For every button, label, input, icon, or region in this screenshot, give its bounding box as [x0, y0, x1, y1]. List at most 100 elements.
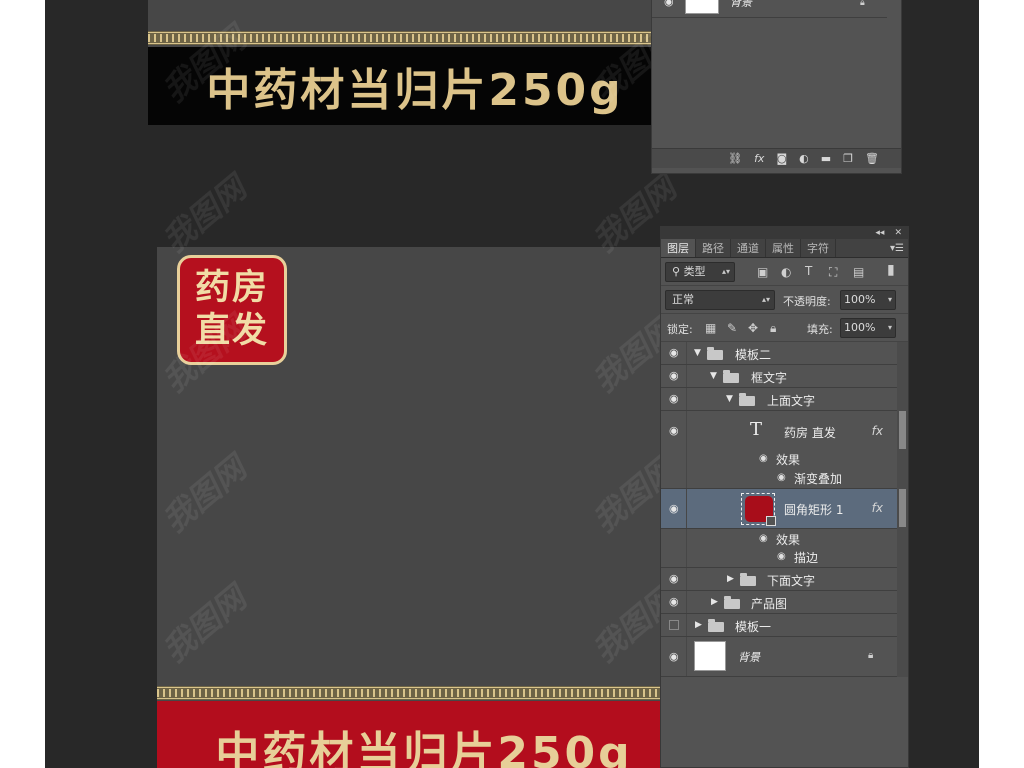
adjustment-filter-icon[interactable]: ◐: [781, 265, 791, 279]
fill-value: 100%: [844, 321, 876, 334]
product-banner-red: 中药材当归片250g: [157, 701, 691, 768]
lock-all-icon[interactable]: 🔒︎: [770, 321, 776, 335]
layer-row-upper-text[interactable]: ◉ ▼ 上面文字: [661, 388, 897, 411]
eye-icon[interactable]: ◉: [669, 347, 679, 359]
chevron-down-icon[interactable]: ▼: [710, 370, 717, 382]
new-layer-icon[interactable]: ❐: [843, 149, 853, 169]
vector-mask-icon: [766, 516, 776, 526]
eye-icon[interactable]: ◉: [669, 573, 679, 585]
tab-paths[interactable]: 路径: [696, 239, 731, 257]
filter-kind-value: 类型: [683, 265, 706, 278]
fx-icon[interactable]: fx: [754, 149, 764, 169]
lock-move-icon[interactable]: ✥: [748, 321, 758, 335]
opacity-label: 不透明度:: [783, 295, 831, 308]
tab-properties[interactable]: 属性: [766, 239, 801, 257]
fx-icon[interactable]: fx: [872, 501, 883, 515]
layer-name: 产品图: [751, 597, 788, 611]
eye-icon[interactable]: ◉: [669, 370, 679, 382]
lock-icon: 🔒︎: [860, 0, 865, 8]
eye-icon[interactable]: ◉: [669, 651, 679, 663]
fill-label: 填充:: [807, 323, 833, 336]
visibility-column: [661, 614, 687, 636]
link-icon[interactable]: ⛓: [728, 149, 742, 169]
tab-layers[interactable]: 图层: [661, 239, 696, 257]
search-icon: ⚲: [672, 265, 684, 278]
layer-row-text-pharmacy[interactable]: ◉ T 药房 直发 fx ◉ 效果 ◉ 渐变叠加: [661, 411, 897, 489]
folder-icon: [724, 596, 740, 609]
tab-channels[interactable]: 通道: [731, 239, 766, 257]
eye-icon[interactable]: ◉: [669, 393, 679, 405]
layer-row-template1[interactable]: ▶ 模板一: [661, 614, 897, 637]
canvas-template-bottom[interactable]: 药房 直发 中药材当归片250g: [157, 247, 691, 768]
eye-icon[interactable]: ◉: [777, 551, 786, 562]
chevron-down-icon[interactable]: ▼: [694, 347, 701, 359]
adjustment-icon[interactable]: ◐: [799, 149, 809, 169]
trash-icon[interactable]: 🗑︎: [865, 149, 879, 169]
visibility-column: ◉: [661, 489, 687, 528]
filter-toggle-icon[interactable]: ▮: [887, 263, 895, 277]
fill-field[interactable]: 100% ▾: [840, 318, 896, 338]
close-icon[interactable]: ✕: [894, 227, 902, 239]
layer-row-product-image[interactable]: ◉ ▶ 产品图: [661, 591, 897, 614]
filter-kind-select[interactable]: ⚲ 类型 ▴▾: [665, 262, 735, 282]
scrollbar-thumb[interactable]: [899, 489, 906, 527]
layers-scrollbar[interactable]: [897, 342, 908, 677]
collapse-icon[interactable]: ◂◂: [875, 227, 884, 239]
layer-name: 药房 直发: [784, 426, 836, 440]
layers-panel-top: ◉ 背景 🔒︎ ⛓ fx ◙ ◐ ▬ ❐ 🗑︎: [651, 0, 902, 174]
mask-icon[interactable]: ◙: [776, 149, 787, 169]
lock-transparency-icon[interactable]: ▦: [705, 321, 716, 335]
chevron-right-icon[interactable]: ▶: [711, 596, 718, 608]
scrollbar-thumb[interactable]: [899, 411, 906, 449]
type-filter-icon[interactable]: T: [805, 264, 812, 278]
eye-icon[interactable]: ◉: [669, 596, 679, 608]
folder-icon[interactable]: ▬: [821, 149, 831, 169]
effects-label: 效果: [776, 533, 801, 547]
visibility-column: ◉: [661, 388, 687, 410]
layers-panel: ◂◂ ✕ 图层 路径 通道 属性 字符 ▾☰ ⚲ 类型 ▴▾ ▣ ◐ T ⛶ ▤…: [660, 226, 909, 768]
panel-menu-icon[interactable]: ▾☰: [890, 239, 904, 258]
canvas-template-top[interactable]: 中药材当归片250g: [148, 0, 682, 125]
pharmacy-direct-badge: 药房 直发: [177, 255, 287, 365]
visibility-column: ◉: [661, 637, 687, 676]
blend-row: 正常 ▴▾ 不透明度: 100% ▾: [661, 286, 908, 314]
eye-icon[interactable]: ◉: [669, 503, 679, 515]
chevron-right-icon[interactable]: ▶: [695, 619, 702, 631]
smart-object-filter-icon[interactable]: ▤: [853, 265, 864, 279]
visibility-column: ◉: [661, 568, 687, 590]
layer-row-frame-text[interactable]: ◉ ▼ 框文字: [661, 365, 897, 388]
fx-icon[interactable]: fx: [872, 424, 883, 438]
panel-tabs: 图层 路径 通道 属性 字符 ▾☰: [661, 239, 908, 258]
opacity-field[interactable]: 100% ▾: [840, 290, 896, 310]
chevron-down-icon: ▾: [887, 295, 892, 304]
eye-icon[interactable]: ◉: [759, 533, 768, 544]
background-layer-row[interactable]: ◉ 背景 🔒︎: [652, 0, 887, 18]
image-filter-icon[interactable]: ▣: [757, 265, 768, 279]
chevron-down-icon: ▾: [887, 323, 892, 332]
eye-icon[interactable]: ◉: [664, 0, 674, 8]
layers-panel-footer: ⛓ fx ◙ ◐ ▬ ❐ 🗑︎: [652, 148, 901, 168]
layer-row-lower-text[interactable]: ◉ ▶ 下面文字: [661, 568, 897, 591]
opacity-value: 100%: [844, 293, 876, 306]
lock-icon: 🔒︎: [868, 650, 874, 661]
lock-row: 锁定: ▦ ✎ ✥ 🔒︎ 填充: 100% ▾: [661, 314, 908, 342]
chevron-right-icon[interactable]: ▶: [727, 573, 734, 585]
layer-name: 下面文字: [767, 574, 816, 588]
visibility-off-box[interactable]: [669, 620, 679, 630]
lock-brush-icon[interactable]: ✎: [727, 321, 737, 335]
shape-filter-icon[interactable]: ⛶: [829, 265, 837, 279]
layer-row-rounded-rect[interactable]: ◉ 圆角矩形 1 fx: [661, 489, 897, 529]
tab-character[interactable]: 字符: [801, 239, 836, 257]
eye-icon[interactable]: ◉: [777, 472, 786, 483]
layer-thumbnail: [741, 493, 776, 526]
eye-icon[interactable]: ◉: [759, 453, 768, 464]
chevron-down-icon[interactable]: ▼: [726, 393, 733, 405]
layer-row-template2[interactable]: ◉ ▼ 模板二: [661, 342, 897, 365]
text-layer-icon: T: [750, 419, 763, 440]
blend-mode-select[interactable]: 正常 ▴▾: [665, 290, 775, 310]
visibility-column: ◉: [661, 365, 687, 387]
folder-icon: [740, 573, 756, 586]
layer-row-background[interactable]: ◉ 背景 🔒︎: [661, 637, 897, 677]
badge-text: 药房 直发: [194, 268, 269, 351]
eye-icon[interactable]: ◉: [669, 425, 679, 437]
